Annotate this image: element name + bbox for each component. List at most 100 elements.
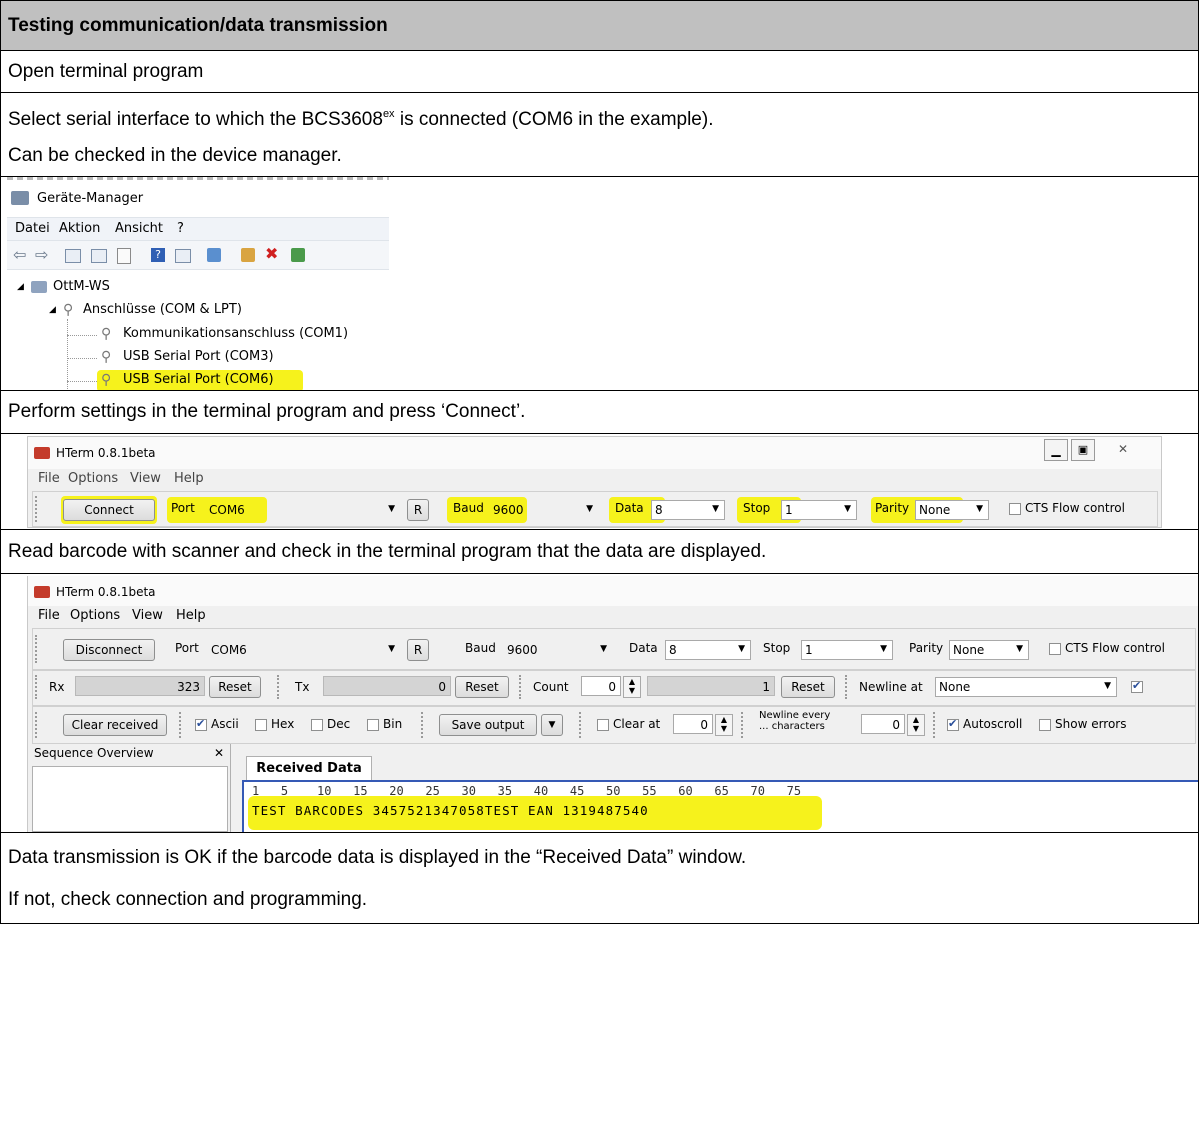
dropdown-arrow-icon: ▼ bbox=[880, 644, 887, 654]
port-select[interactable]: COM6 ▼ bbox=[207, 640, 401, 660]
menu-view[interactable]: View bbox=[130, 471, 161, 486]
data-bits-select[interactable]: 8 ▼ bbox=[665, 640, 751, 660]
menu-ansicht[interactable]: Ansicht bbox=[115, 221, 163, 236]
cts-flow-control-checkbox[interactable] bbox=[1049, 643, 1061, 655]
count-spinner[interactable]: ▲ ▼ bbox=[623, 676, 641, 698]
hex-checkbox[interactable] bbox=[255, 719, 267, 731]
tree-collapse-icon[interactable]: ◢ bbox=[49, 305, 56, 315]
close-icon[interactable]: ✕ bbox=[1108, 439, 1138, 459]
newline-at-label: Newline at bbox=[859, 680, 923, 694]
data-bits-select[interactable]: 8 ▼ bbox=[651, 500, 725, 520]
parity-select[interactable]: None ▼ bbox=[949, 640, 1029, 660]
dec-checkbox[interactable] bbox=[311, 719, 323, 731]
toolbar-grip bbox=[421, 712, 426, 738]
send-option-checkbox[interactable] bbox=[1131, 679, 1143, 693]
tree-port-com3[interactable]: USB Serial Port (COM3) bbox=[123, 349, 274, 364]
step-perform-settings: Perform settings in the terminal program… bbox=[1, 391, 1198, 434]
bin-checkbox[interactable] bbox=[367, 719, 379, 731]
autoscroll-label: Autoscroll bbox=[963, 717, 1023, 731]
menu-view[interactable]: View bbox=[132, 608, 163, 623]
clear-at-input[interactable]: 0 bbox=[673, 714, 713, 734]
stop-label: Stop bbox=[743, 501, 771, 515]
newline-every-line2: ... characters bbox=[759, 721, 825, 732]
uninstall-icon[interactable]: ✖ bbox=[265, 244, 278, 263]
maximize-icon[interactable]: ▣ bbox=[1071, 439, 1095, 461]
tree-line bbox=[67, 358, 97, 359]
menu-aktion[interactable]: Aktion bbox=[59, 221, 100, 236]
refresh-ports-button[interactable]: R bbox=[407, 639, 429, 661]
tree-port-com6[interactable]: USB Serial Port (COM6) bbox=[123, 372, 274, 387]
menu-options[interactable]: Options bbox=[70, 608, 120, 623]
newline-every-label: Newline every... characters bbox=[759, 710, 830, 732]
minimize-icon[interactable]: ▁ bbox=[1044, 439, 1068, 461]
clear-received-button[interactable]: Clear received bbox=[63, 714, 167, 736]
parity-value: None bbox=[953, 643, 985, 657]
baud-select[interactable]: 9600 ▼ bbox=[489, 500, 599, 520]
autoscroll-checkbox[interactable] bbox=[947, 717, 959, 731]
clear-at-checkbox[interactable] bbox=[597, 719, 609, 731]
newline-every-input[interactable]: 0 bbox=[861, 714, 905, 734]
menu-help[interactable]: ? bbox=[177, 221, 184, 236]
connect-button[interactable]: Connect bbox=[63, 499, 155, 521]
newline-every-line1: Newline every bbox=[759, 710, 831, 721]
properties-icon[interactable] bbox=[65, 249, 81, 263]
port-label: Port bbox=[171, 501, 195, 515]
newline-at-select[interactable]: None ▼ bbox=[935, 677, 1117, 697]
section-heading-text: Testing communication/data transmission bbox=[8, 14, 388, 36]
menu-help[interactable]: Help bbox=[176, 608, 206, 623]
close-icon[interactable]: ✕ bbox=[214, 746, 224, 760]
dec-label: Dec bbox=[327, 717, 351, 731]
stop-bits-select[interactable]: 1 ▼ bbox=[781, 500, 857, 520]
port-select[interactable]: COM6 ▼ bbox=[205, 500, 401, 520]
tree-group-label[interactable]: Anschlüsse (COM & LPT) bbox=[83, 302, 242, 317]
disconnect-button[interactable]: Disconnect bbox=[63, 639, 155, 661]
device-manager-icon bbox=[11, 191, 29, 205]
scan-hardware-icon[interactable] bbox=[207, 248, 221, 262]
hterm-display-toolbar: Clear received Ascii Hex Dec Bin Save ou… bbox=[32, 706, 1196, 744]
document-icon[interactable] bbox=[117, 248, 131, 264]
save-output-menu-icon[interactable]: ▼ bbox=[541, 714, 563, 736]
menu-file[interactable]: File bbox=[38, 608, 60, 623]
newline-every-spinner[interactable]: ▲ ▼ bbox=[907, 714, 925, 736]
back-arrow-icon[interactable]: ⇦ bbox=[13, 245, 26, 264]
enable-device-icon[interactable] bbox=[291, 248, 305, 262]
menu-datei[interactable]: Datei bbox=[15, 221, 50, 236]
menu-file[interactable]: File bbox=[38, 471, 60, 486]
toolbar-grip bbox=[35, 496, 40, 522]
stop-bits-value: 1 bbox=[805, 643, 813, 657]
update-driver-icon[interactable] bbox=[241, 248, 255, 262]
hterm-connect-screenshot: HTerm 0.8.1beta ▁ ▣ ✕ File Options View … bbox=[1, 434, 1198, 530]
count-label: Count bbox=[533, 680, 569, 694]
menu-options[interactable]: Options bbox=[68, 471, 118, 486]
toolbar-grip bbox=[35, 635, 40, 663]
dropdown-arrow-icon: ▼ bbox=[586, 504, 593, 514]
cts-flow-control-checkbox[interactable] bbox=[1009, 503, 1021, 515]
menu-help[interactable]: Help bbox=[174, 471, 204, 486]
stop-bits-select[interactable]: 1 ▼ bbox=[801, 640, 893, 660]
save-output-button[interactable]: Save output bbox=[439, 714, 537, 736]
parity-select[interactable]: None ▼ bbox=[915, 500, 989, 520]
received-data-output[interactable]: 1 5 10 15 20 25 30 35 40 45 50 55 60 65 … bbox=[242, 780, 1198, 832]
forward-arrow-icon[interactable]: ⇨ bbox=[35, 245, 48, 264]
clear-at-spinner[interactable]: ▲ ▼ bbox=[715, 714, 733, 736]
panel-icon[interactable] bbox=[175, 249, 191, 263]
tree-port-com1[interactable]: Kommunikationsanschluss (COM1) bbox=[123, 326, 348, 341]
tree-collapse-icon[interactable]: ◢ bbox=[17, 282, 24, 292]
show-errors-checkbox[interactable] bbox=[1039, 719, 1051, 731]
toolbar-grip bbox=[179, 712, 184, 738]
baud-select[interactable]: 9600 ▼ bbox=[503, 640, 613, 660]
tx-reset-button[interactable]: Reset bbox=[455, 676, 509, 698]
count-reset-button[interactable]: Reset bbox=[781, 676, 835, 698]
received-text: TEST BARCODES 3457521347058TEST EAN 1319… bbox=[252, 803, 649, 818]
tree-root-label[interactable]: OttM-WS bbox=[53, 279, 110, 294]
count-input[interactable]: 0 bbox=[581, 676, 621, 696]
hterm-connection-toolbar: Disconnect Port COM6 ▼ R Baud 9600 ▼ Data … bbox=[32, 628, 1196, 670]
help-icon[interactable]: ? bbox=[151, 248, 165, 262]
device-manager-screenshot: Geräte-Manager Datei Aktion Ansicht ? ⇦ … bbox=[1, 177, 1198, 391]
view-icon[interactable] bbox=[91, 249, 107, 263]
rx-reset-button[interactable]: Reset bbox=[209, 676, 261, 698]
refresh-ports-button[interactable]: R bbox=[407, 499, 429, 521]
ascii-checkbox[interactable] bbox=[195, 717, 207, 731]
tab-received-data[interactable]: Received Data bbox=[246, 756, 372, 781]
sequence-overview-list[interactable] bbox=[32, 766, 228, 832]
